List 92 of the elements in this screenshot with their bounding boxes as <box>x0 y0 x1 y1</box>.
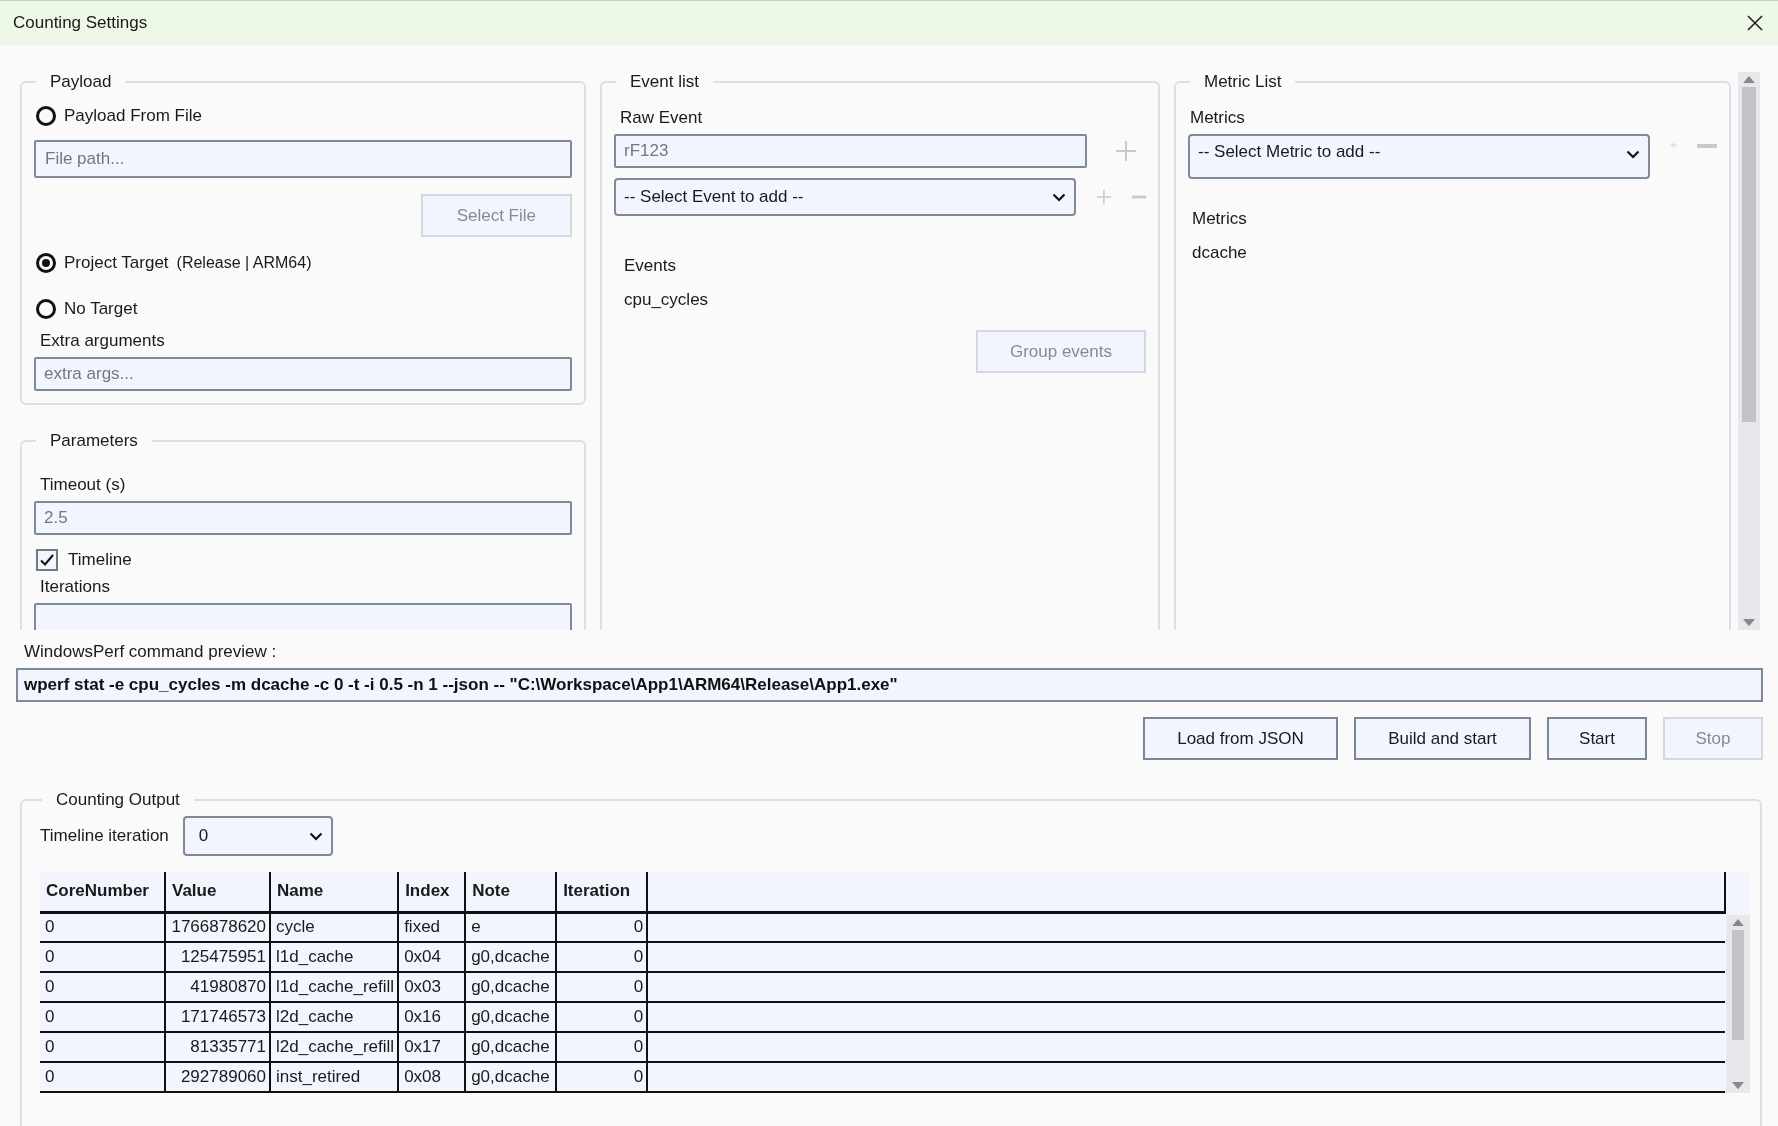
group-title: Counting Output <box>55 790 181 810</box>
column-header[interactable]: Name <box>270 872 399 912</box>
iterations-field[interactable] <box>34 603 572 630</box>
field-label: Timeline iteration <box>40 826 169 846</box>
table-cell: 125475951 <box>165 942 270 972</box>
extra-args-field[interactable]: extra args... <box>34 357 572 391</box>
table-cell: l1d_cache <box>270 942 399 972</box>
event-item[interactable]: cpu_cycles <box>624 290 709 309</box>
table-cell: g0,dcache <box>465 942 557 972</box>
table-cell: 41980870 <box>165 972 270 1002</box>
action-button[interactable]: Start <box>1547 717 1647 760</box>
column-header[interactable]: Value <box>165 872 270 912</box>
table-cell: 292789060 <box>165 1062 270 1092</box>
column-header[interactable]: Index <box>398 872 466 912</box>
select-event-dropdown[interactable]: -- Select Event to add -- <box>614 178 1076 216</box>
radio-option[interactable]: Payload From File <box>34 106 572 126</box>
table-cell: 0 <box>40 1032 165 1062</box>
table-cell: g0,dcache <box>465 1062 557 1092</box>
header-corner <box>1726 872 1750 915</box>
table-cell: 0 <box>556 1062 648 1092</box>
field-label: Iterations <box>40 577 110 596</box>
timeout-field[interactable]: 2.5 <box>34 501 572 535</box>
minus-icon[interactable] <box>1697 144 1717 148</box>
table-scrollbar[interactable] <box>1726 915 1750 1093</box>
table-cell: l1d_cache_refill <box>270 972 399 1002</box>
table-cell: cycle <box>270 912 399 942</box>
table-cell: 1766878620 <box>165 912 270 942</box>
column-header[interactable]: CoreNumber <box>40 872 165 912</box>
field-label: Extra arguments <box>40 331 165 350</box>
column-header[interactable]: Iteration <box>556 872 648 912</box>
window-title: Counting Settings <box>13 13 148 33</box>
command-preview-field[interactable]: wperf stat -e cpu_cycles -m dcache -c 0 -t -i 0.5 -n 1 --json -- "C:\Workspace\App1\ARM64\Release\App1.exe" <box>16 668 1763 702</box>
scroll-down-icon[interactable] <box>1732 1081 1744 1089</box>
table-cell: fixed <box>398 912 466 942</box>
table-cell: 0x03 <box>398 972 466 1002</box>
action-button[interactable]: Load from JSON <box>1143 717 1338 760</box>
table-cell: 0 <box>40 1062 165 1092</box>
action-button[interactable]: Build and start <box>1354 717 1531 760</box>
minus-icon[interactable] <box>1131 195 1146 199</box>
chevron-down-icon <box>1626 150 1640 159</box>
scrollbar-thumb[interactable] <box>1732 930 1744 1041</box>
table-cell: g0,dcache <box>465 1032 557 1062</box>
field-label: Raw Event <box>620 108 703 127</box>
table-cell: 0 <box>556 972 648 1002</box>
file-path-field[interactable]: File path... <box>34 140 572 178</box>
project-config-label: (Release | ARM64) <box>176 254 312 272</box>
table-cell: 0 <box>40 972 165 1002</box>
scrollbar-thumb[interactable] <box>1742 87 1756 423</box>
vertical-scrollbar[interactable] <box>1738 72 1760 630</box>
scroll-down-icon[interactable] <box>1743 618 1755 626</box>
group-title: Event list <box>629 72 700 92</box>
table-cell: 0 <box>556 942 648 972</box>
field-label: Metrics <box>1190 108 1245 127</box>
table-cell: l2d_cache_refill <box>270 1032 399 1062</box>
table-cell: 0 <box>556 1032 648 1062</box>
timeline-checkbox[interactable]: Timeline <box>34 549 572 571</box>
select-metric-dropdown[interactable]: -- Select Metric to add -- <box>1188 134 1650 179</box>
table-cell: g0,dcache <box>465 1002 557 1032</box>
chevron-down-icon <box>308 831 323 841</box>
table-cell: 81335771 <box>165 1032 270 1062</box>
table-cell: inst_retired <box>270 1062 399 1092</box>
metric-item[interactable]: dcache <box>1192 243 1247 262</box>
table-cell: 171746573 <box>165 1002 270 1032</box>
table-cell: 0x08 <box>398 1062 466 1092</box>
radio-option[interactable]: Project Target <box>34 253 169 273</box>
scroll-up-icon[interactable] <box>1743 76 1755 84</box>
table-cell: l2d_cache <box>270 1002 399 1032</box>
radio-option[interactable]: No Target <box>34 299 572 319</box>
plus-icon[interactable] <box>1115 140 1137 162</box>
table-cell: 0 <box>40 942 165 972</box>
table-cell: 0 <box>40 1002 165 1032</box>
table-cell: e <box>465 912 557 942</box>
timeline-iteration-dropdown[interactable]: 0 <box>182 816 333 856</box>
check-icon <box>40 554 54 566</box>
scroll-up-icon[interactable] <box>1732 919 1744 927</box>
table-cell: 0x17 <box>398 1032 466 1062</box>
table-cell: 0 <box>556 912 648 942</box>
table-cell: 0x16 <box>398 1002 466 1032</box>
command-preview-label: WindowsPerf command preview : <box>24 642 278 662</box>
group-title: Payload <box>49 72 113 92</box>
group-title: Parameters <box>49 431 139 451</box>
chevron-down-icon <box>1052 192 1066 202</box>
list-label: Events <box>624 256 676 275</box>
table-cell: 0x04 <box>398 942 466 972</box>
raw-event-field[interactable]: rF123 <box>614 134 1087 168</box>
table-cell: g0,dcache <box>465 972 557 1002</box>
column-header[interactable]: Note <box>465 872 557 912</box>
field-label: Timeout (s) <box>40 475 126 494</box>
table-cell: 0 <box>556 1002 648 1032</box>
group-title: Metric List <box>1203 72 1283 92</box>
table-cell: 0 <box>40 912 165 942</box>
list-label: Metrics <box>1192 209 1247 228</box>
